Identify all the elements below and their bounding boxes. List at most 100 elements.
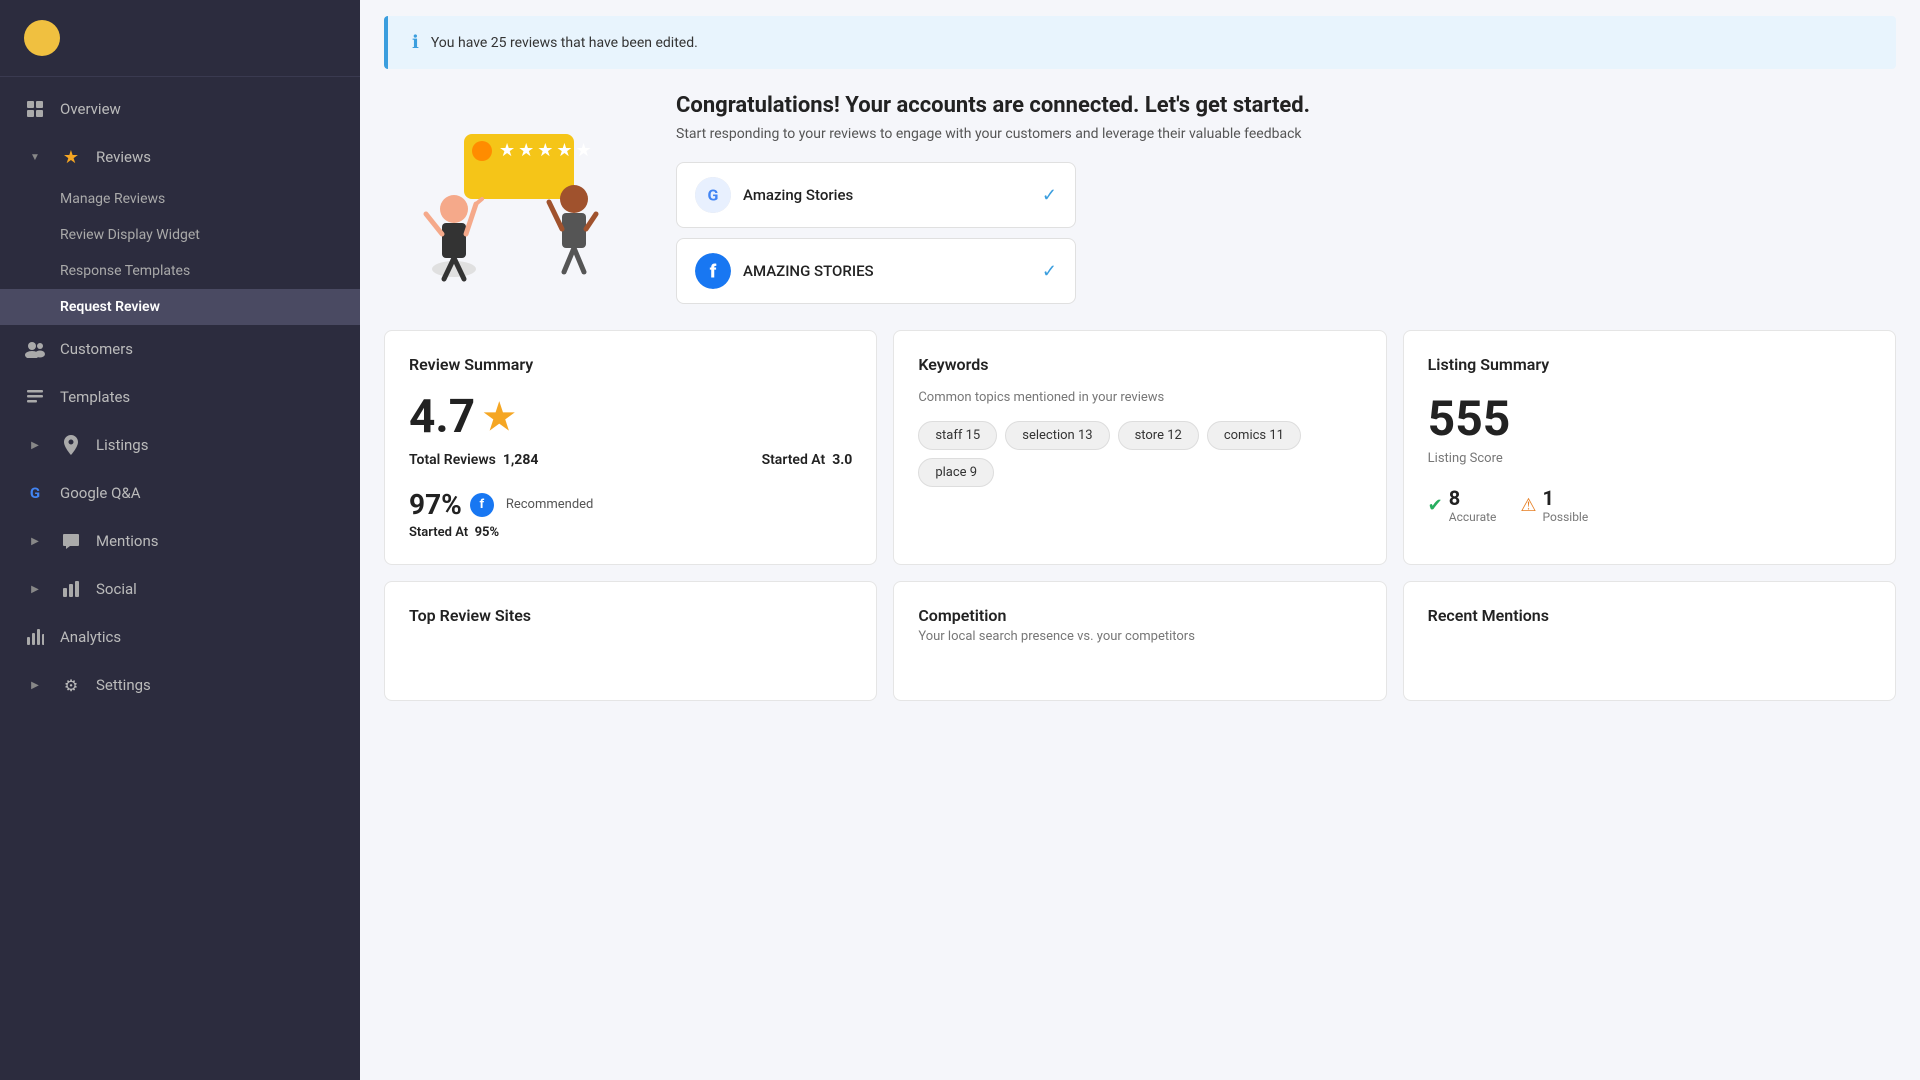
sidebar-item-customers[interactable]: Customers <box>0 325 360 373</box>
sidebar-item-mentions-label: Mentions <box>96 532 158 550</box>
svg-text:G: G <box>708 186 719 205</box>
customers-icon <box>24 338 46 360</box>
sidebar-item-manage-reviews[interactable]: Manage Reviews <box>0 181 360 217</box>
listing-stat-accurate: ✔ 8 Accurate <box>1428 486 1497 524</box>
possible-warn-icon: ⚠ <box>1520 495 1536 516</box>
logo-icon <box>24 20 60 56</box>
hero-subtitle: Start responding to your reviews to enga… <box>676 126 1896 142</box>
overview-icon <box>24 98 46 120</box>
account-google-check-icon: ✓ <box>1042 185 1057 206</box>
sidebar-item-analytics[interactable]: Analytics <box>0 613 360 661</box>
recent-mentions-card: Recent Mentions <box>1403 581 1896 701</box>
accurate-count-group: 8 Accurate <box>1449 486 1497 524</box>
mentions-icon <box>60 530 82 552</box>
listing-stat-possible: ⚠ 1 Possible <box>1520 486 1588 524</box>
sidebar-item-settings[interactable]: ▶ ⚙ Settings <box>0 661 360 709</box>
rating-value: 4.7 <box>409 390 475 444</box>
possible-count-group: 1 Possible <box>1543 486 1589 524</box>
started-at-label: Started At <box>762 452 826 468</box>
keyword-tag-comics[interactable]: comics 11 <box>1207 421 1301 450</box>
sidebar-item-reviews-label: Reviews <box>96 148 151 166</box>
review-meta: Total Reviews 1,284 Started At 3.0 <box>409 452 852 468</box>
top-review-sites-title: Top Review Sites <box>409 606 852 625</box>
keyword-tag-place[interactable]: place 9 <box>918 458 994 487</box>
started-at: Started At 3.0 <box>762 452 853 468</box>
top-review-sites-card: Top Review Sites <box>384 581 877 701</box>
sidebar-item-settings-label: Settings <box>96 676 151 694</box>
keywords-card: Keywords Common topics mentioned in your… <box>893 330 1386 565</box>
sidebar-item-review-display-widget[interactable]: Review Display Widget <box>0 217 360 253</box>
sidebar-item-request-review[interactable]: Request Review <box>0 289 360 325</box>
sidebar-item-reviews[interactable]: ▼ ★ Reviews <box>0 133 360 181</box>
sidebar-nav: Overview ▼ ★ Reviews Manage Reviews Revi… <box>0 77 360 1080</box>
rating-star-icon: ★ <box>483 396 515 438</box>
competition-subtitle: Your local search presence vs. your comp… <box>918 629 1361 644</box>
bottom-cards-row: Top Review Sites Competition Your local … <box>360 581 1920 725</box>
sidebar-item-social-label: Social <box>96 580 137 598</box>
hero-title: Congratulations! Your accounts are conne… <box>676 93 1896 118</box>
listing-summary-card: Listing Summary 555 Listing Score ✔ 8 Ac… <box>1403 330 1896 565</box>
info-icon: ℹ <box>412 32 419 53</box>
review-summary-card: Review Summary 4.7 ★ Total Reviews 1,284… <box>384 330 877 565</box>
analytics-icon <box>24 626 46 648</box>
facebook-icon: f <box>470 493 494 517</box>
mentions-chevron-icon: ▶ <box>24 530 46 552</box>
recommended-label: Recommended <box>506 497 594 512</box>
listing-score: 555 <box>1428 390 1871 447</box>
listing-stats: ✔ 8 Accurate ⚠ 1 Possible <box>1428 486 1871 524</box>
sidebar-item-templates-label: Templates <box>60 388 130 406</box>
manage-reviews-label: Manage Reviews <box>60 191 165 207</box>
settings-chevron-icon: ▶ <box>24 674 46 696</box>
review-display-widget-label: Review Display Widget <box>60 227 200 243</box>
accurate-check-icon: ✔ <box>1428 495 1443 516</box>
recommended-pct: 97% <box>409 488 462 521</box>
review-summary-title: Review Summary <box>409 355 852 374</box>
reviews-icon: ★ <box>60 146 82 168</box>
sidebar-item-listings[interactable]: ▶ Listings <box>0 421 360 469</box>
accurate-count: 8 <box>1449 486 1497 510</box>
sidebar-item-response-templates[interactable]: Response Templates <box>0 253 360 289</box>
sidebar-logo <box>0 0 360 77</box>
sidebar-item-google-qa-label: Google Q&A <box>60 484 141 502</box>
sidebar: Overview ▼ ★ Reviews Manage Reviews Revi… <box>0 0 360 1080</box>
hero-text: Congratulations! Your accounts are conne… <box>676 93 1896 314</box>
keywords-title: Keywords <box>918 355 1361 374</box>
facebook-avatar: f <box>695 253 731 289</box>
total-reviews-label: Total Reviews <box>409 452 496 468</box>
total-reviews-value: 1,284 <box>503 452 539 468</box>
keyword-tag-store[interactable]: store 12 <box>1118 421 1199 450</box>
social-chevron-icon: ▶ <box>24 578 46 600</box>
possible-count: 1 <box>1543 486 1589 510</box>
dashboard-cards-row: Review Summary 4.7 ★ Total Reviews 1,284… <box>360 330 1920 581</box>
sidebar-item-overview[interactable]: Overview <box>0 85 360 133</box>
sidebar-item-social[interactable]: ▶ Social <box>0 565 360 613</box>
started-at-value: 3.0 <box>832 452 852 468</box>
sidebar-item-google-qa[interactable]: G Google Q&A <box>0 469 360 517</box>
started-at-pct-value: 95% <box>475 525 500 540</box>
review-started-pct: Started At 95% <box>409 525 852 540</box>
google-icon: G <box>24 482 46 504</box>
response-templates-label: Response Templates <box>60 263 190 279</box>
reviews-chevron-icon: ▼ <box>24 146 46 168</box>
social-icon <box>60 578 82 600</box>
sidebar-item-mentions[interactable]: ▶ Mentions <box>0 517 360 565</box>
account-card-facebook: f AMAZING STORIES ✓ <box>676 238 1076 304</box>
competition-title: Competition <box>918 606 1361 625</box>
review-rating: 4.7 ★ <box>409 390 852 444</box>
competition-card: Competition Your local search presence v… <box>893 581 1386 701</box>
sidebar-item-templates[interactable]: Templates <box>0 373 360 421</box>
sidebar-item-customers-label: Customers <box>60 340 133 358</box>
svg-text:★★★★★: ★★★★★ <box>499 140 595 161</box>
sidebar-item-overview-label: Overview <box>60 100 121 118</box>
hero-illustration: ★★★★★ <box>384 104 644 304</box>
started-at-pct-label: Started At <box>409 525 468 540</box>
sidebar-item-analytics-label: Analytics <box>60 628 121 646</box>
listings-chevron-icon: ▶ <box>24 434 46 456</box>
keyword-tag-selection[interactable]: selection 13 <box>1005 421 1109 450</box>
info-banner: ℹ You have 25 reviews that have been edi… <box>384 16 1896 69</box>
request-review-label: Request Review <box>60 299 160 315</box>
keyword-tag-staff[interactable]: staff 15 <box>918 421 997 450</box>
settings-icon: ⚙ <box>60 674 82 696</box>
account-facebook-name: AMAZING STORIES <box>743 262 1030 280</box>
account-facebook-check-icon: ✓ <box>1042 261 1057 282</box>
